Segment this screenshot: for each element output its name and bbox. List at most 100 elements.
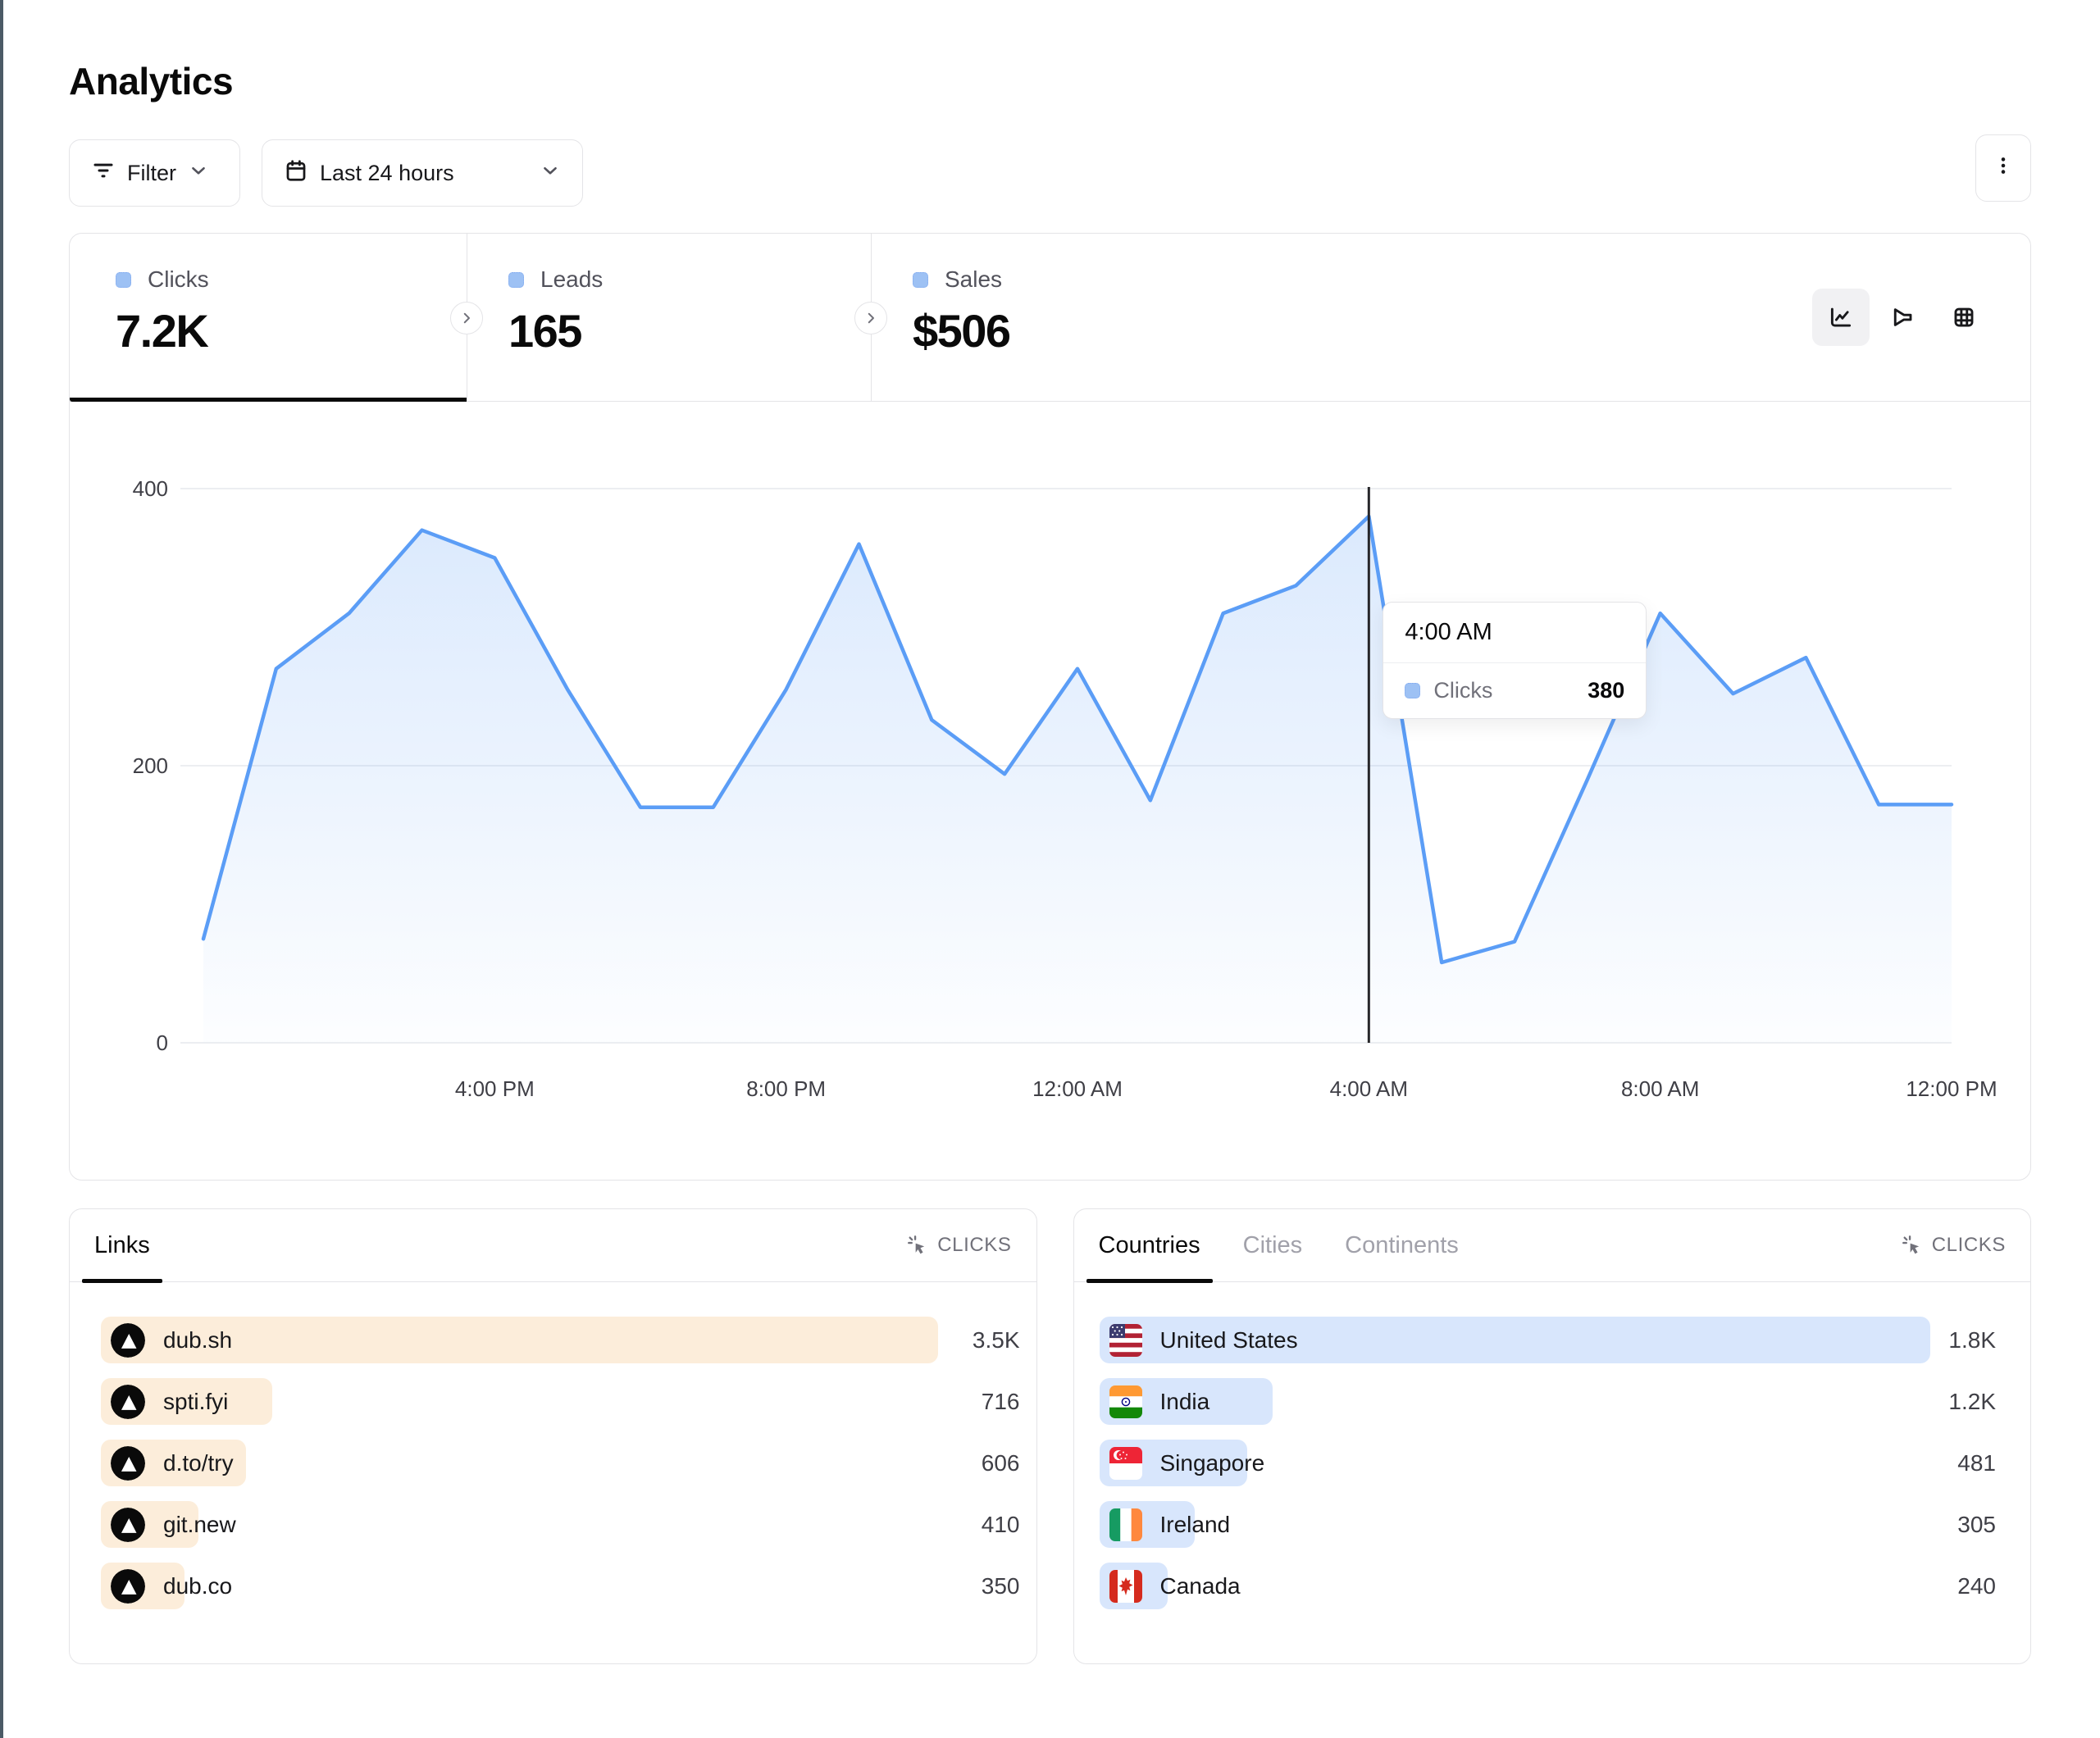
grid-table-icon <box>1952 305 1976 330</box>
x-axis-tick-label: 4:00 AM <box>1330 1076 1408 1102</box>
stat-leads[interactable]: Leads 165 <box>467 234 871 401</box>
bar-track: Canada <box>1100 1563 1931 1609</box>
calendar-icon <box>284 158 308 189</box>
bar-content: dub.co <box>111 1563 232 1609</box>
row-value: 1.8K <box>1930 1327 1996 1354</box>
bar-content: India <box>1109 1378 1210 1425</box>
expand-clicks-chevron-button[interactable] <box>450 302 483 334</box>
link-row[interactable]: dub.sh 3.5K <box>101 1317 1020 1363</box>
flag-in-icon <box>1109 1385 1142 1418</box>
link-avatar <box>111 1323 145 1358</box>
country-row[interactable]: Ireland 305 <box>1100 1501 1997 1548</box>
dub-logo-icon <box>111 1385 145 1419</box>
flag-canada-icon <box>1109 1570 1142 1603</box>
chevron-down-icon <box>188 160 209 187</box>
analytics-page: Analytics Filter Last 24 hours <box>69 0 2031 1664</box>
stat-clicks-value: 7.2K <box>116 304 467 357</box>
expand-leads-chevron-button[interactable] <box>854 302 887 334</box>
stat-clicks-label: Clicks <box>148 266 209 293</box>
bar-track: Singapore <box>1100 1440 1931 1486</box>
tab-countries[interactable]: Countries <box>1099 1209 1200 1282</box>
tooltip-value: 380 <box>1588 678 1624 703</box>
row-label: Singapore <box>1160 1450 1265 1476</box>
countries-metric-selector[interactable]: CLICKS <box>1901 1234 2006 1257</box>
analytics-card: Clicks 7.2K Leads 165 Sales $506 <box>69 233 2031 1181</box>
row-value: 305 <box>1930 1512 1996 1538</box>
filter-button[interactable]: Filter <box>69 139 240 207</box>
row-value: 350 <box>938 1573 1020 1599</box>
bar-track: d.to/try <box>101 1440 938 1486</box>
x-axis-tick-label: 8:00 PM <box>746 1076 826 1102</box>
bar-track: git.new <box>101 1501 938 1548</box>
area-chart-canvas <box>70 402 2030 1180</box>
clicks-legend-chip-icon <box>116 272 131 288</box>
links-metric-selector[interactable]: CLICKS <box>906 1234 1011 1257</box>
flag-sg-icon <box>1109 1447 1142 1480</box>
row-label: d.to/try <box>163 1450 234 1476</box>
country-row[interactable]: United States 1.8K <box>1100 1317 1997 1363</box>
link-avatar <box>111 1385 145 1419</box>
link-row[interactable]: git.new 410 <box>101 1501 1020 1548</box>
country-row[interactable]: Canada240 <box>1100 1563 1997 1609</box>
x-axis-tick-label: 8:00 AM <box>1621 1076 1699 1102</box>
bar-content: d.to/try <box>111 1440 234 1486</box>
x-axis-tick-label: 12:00 PM <box>1906 1076 1997 1102</box>
row-value: 410 <box>938 1512 1020 1538</box>
dub-logo-icon <box>111 1508 145 1542</box>
sales-legend-chip-icon <box>913 272 928 288</box>
link-avatar <box>111 1508 145 1542</box>
bar-content: git.new <box>111 1501 236 1548</box>
stat-leads-value: 165 <box>508 304 871 357</box>
cursor-click-icon <box>1901 1234 1924 1257</box>
link-row[interactable]: dub.co 350 <box>101 1563 1020 1609</box>
stat-clicks[interactable]: Clicks 7.2K <box>70 234 467 401</box>
bar-track: dub.co <box>101 1563 938 1609</box>
cursor-click-icon <box>906 1234 929 1257</box>
links-panel-header: Links CLICKS <box>70 1209 1036 1282</box>
stat-leads-label: Leads <box>540 266 603 293</box>
countries-panel: Countries Cities Continents CLICKS Unite… <box>1073 1208 2032 1664</box>
bar-content: Ireland <box>1109 1501 1231 1548</box>
funnel-chart-icon <box>1890 305 1915 330</box>
chart-view-toggles <box>1812 289 1993 346</box>
y-axis-tick-label: 0 <box>70 1031 168 1056</box>
flag-ca-icon <box>1109 1570 1142 1603</box>
flag-singapore-icon <box>1109 1447 1142 1480</box>
kebab-menu-icon <box>1993 155 2014 182</box>
country-row[interactable]: India1.2K <box>1100 1378 1997 1425</box>
tab-links[interactable]: Links <box>94 1209 150 1282</box>
links-rows: dub.sh3.5Kspti.fyi716d.to/try606git.new4… <box>70 1282 1036 1609</box>
bar-track: United States <box>1100 1317 1931 1363</box>
table-view-button[interactable] <box>1935 289 1993 346</box>
link-avatar <box>111 1446 145 1481</box>
dub-logo-icon <box>111 1446 145 1481</box>
row-label: dub.sh <box>163 1327 232 1354</box>
bar-content: United States <box>1109 1317 1298 1363</box>
tab-countries-label: Countries <box>1099 1232 1200 1259</box>
tab-continents[interactable]: Continents <box>1345 1209 1459 1282</box>
line-chart-view-button[interactable] <box>1812 289 1870 346</box>
bar-track: spti.fyi <box>101 1378 938 1425</box>
clicks-timeseries-chart[interactable]: 02004004:00 PM8:00 PM12:00 AM4:00 AM8:00… <box>70 402 2030 1180</box>
row-value: 240 <box>1930 1573 1996 1599</box>
funnel-chart-view-button[interactable] <box>1874 289 1931 346</box>
tooltip-time: 4:00 AM <box>1383 603 1646 663</box>
x-axis-tick-label: 4:00 PM <box>455 1076 535 1102</box>
link-row[interactable]: spti.fyi716 <box>101 1378 1020 1425</box>
flag-us-icon <box>1109 1324 1142 1357</box>
row-value: 716 <box>938 1389 1020 1415</box>
row-value: 3.5K <box>938 1327 1020 1354</box>
tab-cities[interactable]: Cities <box>1243 1209 1303 1282</box>
row-label: United States <box>1160 1327 1298 1354</box>
tab-links-label: Links <box>94 1232 150 1259</box>
flag-india-icon <box>1109 1385 1142 1418</box>
country-row[interactable]: Singapore 481 <box>1100 1440 1997 1486</box>
row-value: 481 <box>1930 1450 1996 1476</box>
chevron-down-icon <box>540 160 561 187</box>
more-options-button[interactable] <box>1975 134 2031 202</box>
link-row[interactable]: d.to/try606 <box>101 1440 1020 1486</box>
countries-rows: United States 1.8K India1.2K Singapore 481 Ir… <box>1074 1282 2031 1609</box>
row-label: dub.co <box>163 1573 232 1599</box>
flag-ireland-icon <box>1109 1508 1142 1541</box>
date-range-button[interactable]: Last 24 hours <box>262 139 583 207</box>
